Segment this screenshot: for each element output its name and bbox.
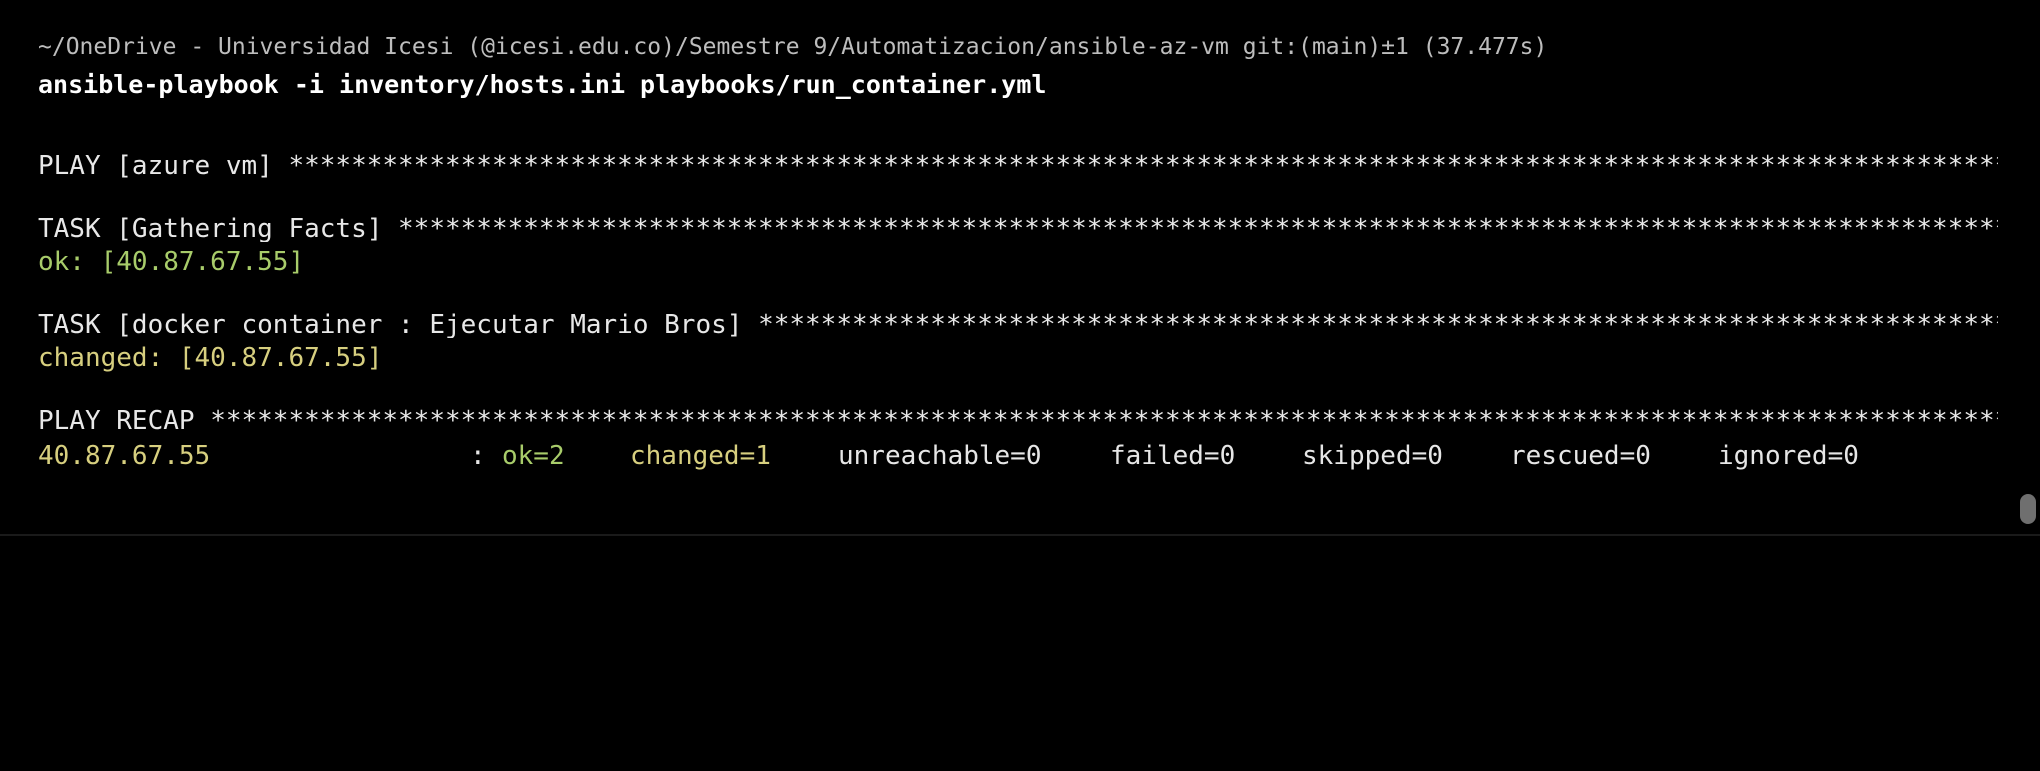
scrollbar-thumb[interactable] (2020, 494, 2036, 524)
recap-skipped: skipped=0 (1302, 441, 1443, 471)
task-gathering-facts-header: TASK [Gathering Facts] *****************… (38, 216, 1998, 242)
play-recap-header: PLAY RECAP *****************************… (38, 408, 1998, 434)
recap-colon: : (470, 441, 486, 471)
recap-stars: ****************************************… (210, 408, 1998, 434)
recap-title: PLAY RECAP (38, 408, 211, 434)
command-line: ansible-playbook -i inventory/hosts.ini … (38, 70, 1047, 99)
recap-failed: failed=0 (1110, 441, 1236, 471)
terminal-window[interactable]: ~/OneDrive - Universidad Icesi (@icesi.e… (0, 0, 2040, 536)
recap-host: 40.87.67.55 (38, 441, 211, 471)
recap-ignored: ignored=0 (1718, 441, 1859, 471)
play-header: PLAY [azure_vm] ************************… (38, 153, 1998, 179)
play-stars: ****************************************… (288, 153, 1998, 179)
shell-prompt: ~/OneDrive - Universidad Icesi (@icesi.e… (38, 34, 1548, 60)
task-result-ok: ok: [40.87.67.55] (38, 247, 305, 277)
task-stars: ****************************************… (398, 216, 1998, 242)
task-result-changed: changed: [40.87.67.55] (38, 343, 383, 373)
recap-ok: ok=2 (502, 441, 565, 471)
task-title: TASK [Gathering Facts] (38, 216, 399, 242)
task-title: TASK [docker_container : Ejecutar Mario … (38, 312, 759, 338)
recap-summary-row: 40.87.67.55 : ok=2 changed=1 unreachable… (38, 441, 1859, 471)
task-docker-container-header: TASK [docker_container : Ejecutar Mario … (38, 312, 1998, 338)
play-title: PLAY [azure_vm] (38, 153, 289, 179)
recap-unreachable: unreachable=0 (838, 441, 1042, 471)
task-stars: ****************************************… (758, 312, 1998, 338)
recap-changed: changed=1 (630, 441, 771, 471)
recap-rescued: rescued=0 (1510, 441, 1651, 471)
